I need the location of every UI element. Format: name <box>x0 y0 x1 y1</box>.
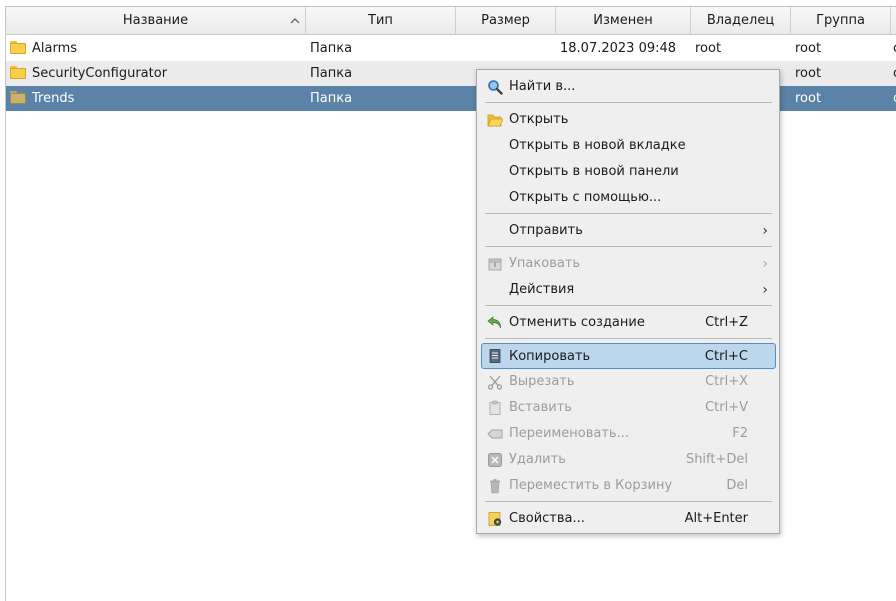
menu-separator <box>485 305 772 306</box>
file-group: root <box>795 91 822 106</box>
menu-item-open[interactable]: Открыть <box>481 107 776 133</box>
column-size-label: Размер <box>481 13 530 28</box>
scissors-icon <box>487 375 503 390</box>
menu-item-open-new-tab[interactable]: Открыть в новой вкладке <box>481 133 776 159</box>
menu-separator <box>485 338 772 339</box>
file-name: Alarms <box>32 41 78 56</box>
sort-ascending-icon <box>290 18 300 24</box>
menu-item-label: Копировать <box>509 349 591 364</box>
menu-item-shortcut: Del <box>726 478 748 493</box>
column-type-label: Тип <box>368 13 393 28</box>
menu-item-rename[interactable]: Переименовать... F2 <box>481 421 776 447</box>
submenu-arrow-icon: › <box>762 256 768 272</box>
delete-x-icon <box>488 453 502 467</box>
menu-item-shortcut: Ctrl+C <box>704 349 748 364</box>
menu-item-label: Свойства... <box>509 511 585 526</box>
menu-item-open-with[interactable]: Открыть с помощью... <box>481 185 776 211</box>
submenu-arrow-icon: › <box>762 282 768 298</box>
menu-separator <box>485 501 772 502</box>
properties-icon <box>488 512 502 526</box>
column-modified-label: Изменен <box>593 13 653 28</box>
menu-item-label: Вставить <box>509 400 572 415</box>
menu-item-send[interactable]: Отправить › <box>481 218 776 244</box>
column-owner[interactable]: Владелец <box>691 7 791 35</box>
file-row-alarms[interactable]: Alarms Папка 18.07.2023 09:48 root root … <box>6 36 896 61</box>
column-extra[interactable] <box>891 7 896 35</box>
menu-item-paste[interactable]: Вставить Ctrl+V <box>481 395 776 421</box>
menu-item-label: Открыть с помощью... <box>509 190 662 205</box>
file-owner: root <box>695 41 722 56</box>
menu-item-shortcut: Shift+Del <box>685 452 748 467</box>
menu-item-label: Переименовать... <box>509 426 629 441</box>
search-icon <box>488 80 503 95</box>
menu-item-properties[interactable]: Свойства... Alt+Enter <box>481 506 776 532</box>
menu-item-label: Найти в... <box>509 79 576 94</box>
column-size[interactable]: Размер <box>456 7 556 35</box>
menu-separator <box>485 213 772 214</box>
menu-item-label: Вырезать <box>509 374 575 389</box>
file-group: root <box>795 66 822 81</box>
column-group[interactable]: Группа <box>791 7 891 35</box>
column-name-label: Название <box>122 13 189 28</box>
menu-separator <box>485 246 772 247</box>
menu-item-copy[interactable]: Копировать Ctrl+C <box>481 343 776 369</box>
menu-item-shortcut: Ctrl+V <box>705 400 748 415</box>
folder-icon <box>10 41 26 55</box>
column-group-label: Группа <box>816 13 865 28</box>
menu-item-cut[interactable]: Вырезать Ctrl+X <box>481 369 776 395</box>
column-owner-label: Владелец <box>706 13 775 28</box>
column-type[interactable]: Тип <box>306 7 456 35</box>
menu-item-move-to-trash[interactable]: Переместить в Корзину Del <box>481 473 776 499</box>
column-name[interactable]: Название <box>6 7 306 35</box>
menu-item-shortcut: F2 <box>732 426 748 441</box>
menu-item-find-in[interactable]: Найти в... <box>481 74 776 100</box>
menu-item-label: Действия <box>509 282 575 297</box>
menu-item-label: Отменить создание <box>509 315 645 330</box>
menu-item-shortcut: Ctrl+X <box>705 374 748 389</box>
menu-item-label: Упаковать <box>509 256 581 271</box>
menu-item-undo-create[interactable]: Отменить создание Ctrl+Z <box>481 310 776 336</box>
undo-icon <box>487 316 501 329</box>
menu-item-label: Отправить <box>509 223 583 238</box>
menu-item-label: Открыть в новой панели <box>509 164 679 179</box>
menu-separator <box>485 102 772 103</box>
menu-item-label: Открыть в новой вкладке <box>509 138 686 153</box>
menu-item-delete[interactable]: Удалить Shift+Del <box>481 447 776 473</box>
folder-icon <box>10 66 26 80</box>
menu-item-label: Переместить в Корзину <box>509 478 673 493</box>
clipboard-icon <box>489 400 501 415</box>
file-name: Trends <box>32 91 75 106</box>
menu-item-pack[interactable]: Упаковать › <box>481 251 776 277</box>
file-type: Папка <box>310 66 353 81</box>
column-modified[interactable]: Изменен <box>556 7 691 35</box>
file-name: SecurityConfigurator <box>32 66 168 81</box>
menu-item-label: Открыть <box>509 112 569 127</box>
file-type: Папка <box>310 91 353 106</box>
context-menu: Найти в... Открыть Открыть в новой вклад… <box>476 69 780 534</box>
menu-item-label: Удалить <box>509 452 566 467</box>
file-modified: 18.07.2023 09:48 <box>560 41 677 56</box>
trash-icon <box>490 479 500 494</box>
menu-item-open-new-panel[interactable]: Открыть в новой панели <box>481 159 776 185</box>
rename-tag-icon <box>487 429 503 439</box>
folder-icon <box>10 91 26 105</box>
submenu-arrow-icon: › <box>762 223 768 239</box>
copy-icon <box>489 349 501 363</box>
archive-icon <box>488 258 502 271</box>
menu-item-shortcut: Alt+Enter <box>684 511 748 526</box>
menu-item-actions[interactable]: Действия › <box>481 277 776 303</box>
folder-open-icon <box>487 114 503 127</box>
file-type: Папка <box>310 41 353 56</box>
column-header: Название Тип Размер Изменен Владелец Гру… <box>6 7 896 35</box>
file-group: root <box>795 41 822 56</box>
menu-item-shortcut: Ctrl+Z <box>705 315 748 330</box>
